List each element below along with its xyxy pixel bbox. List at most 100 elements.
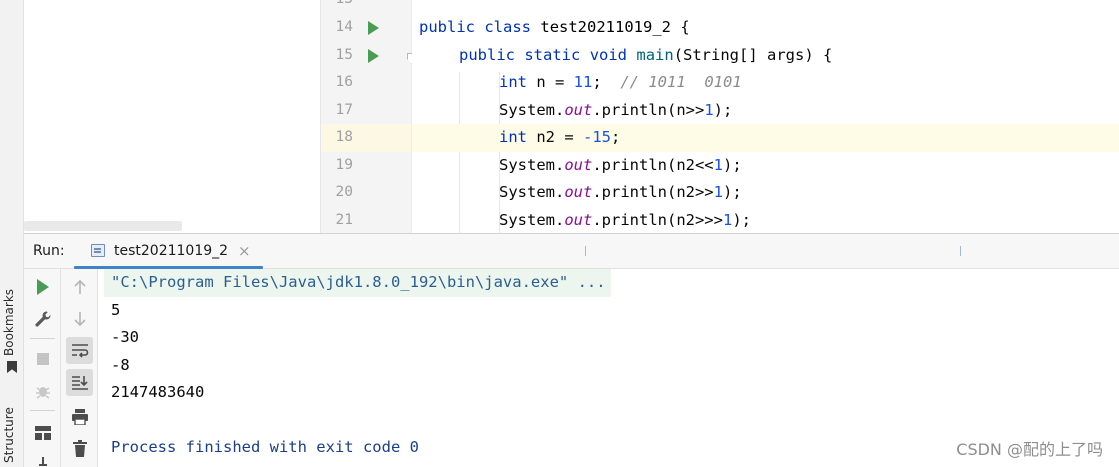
layout-button[interactable]	[29, 419, 56, 446]
left-tool-strip	[0, 0, 24, 233]
gutter-line-current: 18	[321, 124, 411, 152]
run-config-tab[interactable]: test20211019_2 ×	[74, 234, 263, 269]
code-text: .println(n2<<	[592, 155, 714, 174]
static-field: out	[564, 100, 593, 119]
stop-icon	[36, 352, 49, 365]
keyword: void	[589, 45, 628, 64]
horizontal-scrollbar[interactable]	[24, 221, 182, 231]
code-line[interactable]: System.out.println(n2>>>1);	[412, 207, 1119, 234]
gutter-line: 21	[321, 207, 411, 235]
structure-tool-button[interactable]: Structure	[2, 407, 16, 463]
console-output-line: 5	[111, 300, 121, 319]
arrow-down-icon	[73, 311, 86, 326]
code-text: (String[] args) {	[673, 45, 833, 64]
console-output-line: -30	[111, 328, 139, 346]
stop-button[interactable]	[29, 345, 56, 372]
line-number: 20	[335, 184, 353, 200]
gutter-line: 17	[321, 97, 411, 125]
code-text: System.	[499, 155, 565, 174]
code-text: ;	[592, 73, 621, 91]
code-line-current[interactable]: int n2 = -15;	[412, 124, 1119, 152]
line-number: 17	[335, 101, 353, 118]
line-number: 18	[335, 129, 353, 145]
separator-mark	[585, 246, 586, 256]
static-field: out	[564, 183, 593, 201]
code-text: );	[732, 210, 751, 229]
number-literal: 1	[713, 183, 723, 201]
arrow-up-icon	[73, 279, 86, 294]
scroll-to-end-button[interactable]	[66, 369, 93, 396]
editor-gutter: 13 14 15 16 17 18 19 20 21	[320, 0, 416, 235]
bookmarks-tool-button[interactable]: Bookmarks	[2, 289, 16, 356]
class-name: test20211019_2	[540, 18, 672, 36]
trash-icon	[72, 440, 87, 457]
keyword: public	[459, 45, 515, 64]
code-editor[interactable]: public class test20211019_2 { public sta…	[412, 0, 1119, 233]
soft-wrap-button[interactable]	[66, 337, 93, 364]
keyword: static	[524, 45, 581, 64]
pin-button[interactable]	[29, 449, 56, 467]
run-class-icon[interactable]	[368, 21, 379, 35]
line-number: 13	[327, 0, 353, 14]
comment: // 1011 0101	[620, 73, 742, 91]
code-text: .println(n>>	[592, 100, 705, 119]
gutter-line: 20	[321, 179, 411, 207]
code-line[interactable]: public static void main(String[] args) {	[412, 42, 1119, 70]
gutter-line: 15	[321, 42, 416, 70]
static-field: out	[564, 155, 593, 174]
method-name: main	[636, 45, 674, 64]
bug-icon	[35, 386, 50, 399]
soft-wrap-icon	[71, 343, 88, 358]
layout-icon	[34, 425, 51, 440]
code-text: n =	[527, 73, 574, 91]
previous-occurrence-button[interactable]	[66, 273, 93, 300]
console-output[interactable]: "C:\Program Files\Java\jdk1.8.0_192\bin\…	[98, 269, 1119, 467]
run-main-icon[interactable]	[368, 48, 379, 63]
run-toolbar-secondary	[61, 269, 98, 467]
run-tool-window-header: Run: test20211019_2 ×	[24, 233, 1119, 269]
number-literal: 1	[704, 100, 714, 119]
toolbar-divider	[30, 410, 55, 411]
close-icon[interactable]: ×	[238, 242, 251, 260]
code-line[interactable]: public class test20211019_2 {	[412, 14, 1119, 42]
rerun-button[interactable]	[29, 273, 56, 300]
console-output-line: 2147483640	[111, 383, 205, 401]
code-text: ;	[611, 128, 621, 146]
gutter-line: 16	[321, 69, 411, 97]
number-literal: 11	[573, 73, 593, 91]
clear-all-button[interactable]	[66, 435, 93, 462]
code-text: );	[723, 183, 742, 201]
keyword: int	[499, 128, 527, 146]
project-pane	[24, 0, 320, 233]
line-number: 19	[335, 156, 353, 173]
next-occurrence-button[interactable]	[66, 305, 93, 332]
number-literal: 1	[722, 210, 733, 229]
run-toolbar-primary	[24, 269, 61, 467]
console-icon	[91, 244, 105, 257]
keyword: int	[499, 73, 527, 91]
settings-button[interactable]	[29, 305, 56, 332]
code-line[interactable]: System.out.println(n2>>1);	[412, 179, 1119, 207]
code-text: .println(n2>>>	[592, 210, 723, 229]
code-text: );	[713, 100, 733, 119]
code-line[interactable]: System.out.println(n2<<1);	[412, 152, 1119, 180]
console-output-line: -8	[111, 355, 130, 374]
code-text: n2 =	[527, 128, 583, 146]
print-icon	[71, 408, 88, 425]
code-line[interactable]: int n = 11; // 1011 0101	[412, 69, 1119, 97]
code-text: {	[671, 18, 690, 36]
watermark: CSDN @配的上了吗	[956, 440, 1103, 459]
keyword: class	[484, 18, 532, 36]
console-exit-message: Process finished with exit code 0	[111, 438, 419, 456]
debug-button[interactable]	[29, 377, 56, 404]
code-text: System.	[499, 100, 565, 119]
code-line[interactable]: System.out.println(n>>1);	[412, 97, 1119, 125]
print-button[interactable]	[66, 403, 93, 430]
separator-mark	[960, 246, 961, 256]
gutter-line: 14	[321, 14, 411, 42]
wrench-icon	[34, 311, 51, 327]
gutter-line: 19	[321, 152, 411, 180]
run-tab-title: test20211019_2	[114, 243, 229, 259]
code-text: System.	[499, 210, 565, 229]
number-literal: 1	[713, 155, 723, 174]
